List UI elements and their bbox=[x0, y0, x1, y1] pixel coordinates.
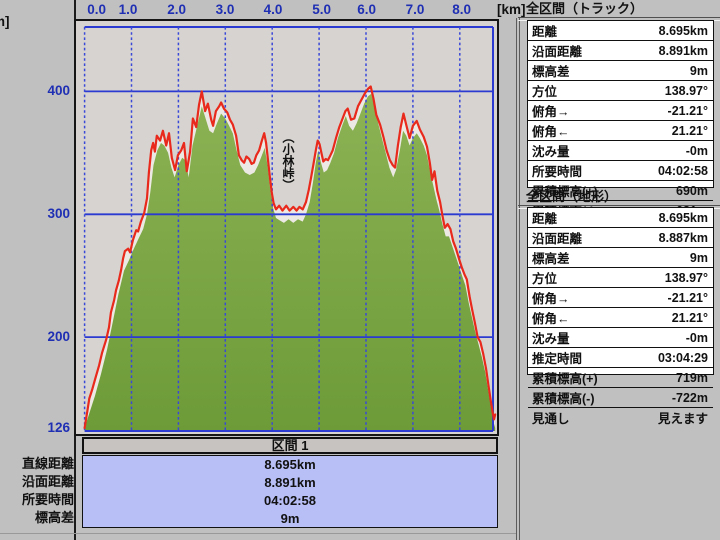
panel-row-label: 俯角→ bbox=[528, 101, 570, 120]
section-header: 区間 1 bbox=[82, 437, 498, 454]
panel-row-value: 719m bbox=[598, 371, 713, 385]
panel-row-value: -722m bbox=[595, 391, 714, 405]
panel-row-label: 沈み量 bbox=[528, 141, 570, 160]
panel-row-label: 方位 bbox=[528, 268, 557, 287]
panel-table-row: 累積標高(+)719m bbox=[528, 367, 713, 387]
panel-table-row: 俯角←21.21° bbox=[528, 120, 713, 140]
x-tick-label: 5.0 bbox=[305, 2, 339, 17]
panel-row-value: 9m bbox=[570, 251, 713, 265]
panel-row-label: 標高差 bbox=[528, 248, 570, 267]
panel-table-row: 標高差9m bbox=[528, 60, 713, 80]
y-tick-label: 126 bbox=[24, 420, 70, 435]
panel-table-row: 累積標高(-)-722m bbox=[528, 387, 713, 407]
x-tick-label: 4.0 bbox=[256, 2, 290, 17]
panel-row-value: 8.891km bbox=[582, 44, 713, 58]
panel-table-row: 俯角←21.21° bbox=[528, 307, 713, 327]
panel-row-label: 所要時間 bbox=[528, 161, 582, 180]
section-row-value: 04:02:58 bbox=[83, 492, 497, 510]
x-tick-label: 6.0 bbox=[350, 2, 384, 17]
panel-table: 距離8.695km沿面距離8.891km標高差9m方位138.97°俯角→-21… bbox=[527, 20, 714, 188]
section-row-value: 9m bbox=[83, 510, 497, 528]
x-tick-label: 1.0 bbox=[111, 2, 145, 17]
panel-row-label: 累積標高(+) bbox=[528, 368, 598, 387]
panel-row-value: 04:02:58 bbox=[582, 164, 713, 178]
y-axis-unit-label: m] bbox=[0, 14, 10, 29]
panel-row-label: 距離 bbox=[528, 21, 557, 40]
y-tick-label: 400 bbox=[24, 83, 70, 98]
panel-row-value: 21.21° bbox=[570, 124, 713, 138]
section-row-labels: 直線距離沿面距離所要時間標高差 bbox=[0, 455, 74, 527]
section-row-label: 標高差 bbox=[0, 509, 74, 527]
panel-table-row: 距離8.695km bbox=[528, 208, 713, 227]
pane-divider[interactable] bbox=[516, 18, 520, 540]
x-tick-label: 8.0 bbox=[445, 2, 479, 17]
panel-title: 全区間（トラック） bbox=[520, 1, 718, 17]
panel-row-label: 推定時間 bbox=[528, 348, 582, 367]
panel-row-label: 累積標高(-) bbox=[528, 388, 595, 407]
panel-row-value: 138.97° bbox=[557, 271, 713, 285]
panel-row-value: 8.887km bbox=[582, 231, 713, 245]
y-tick-label: 300 bbox=[24, 206, 70, 221]
panel-row-value: -0m bbox=[570, 331, 713, 345]
panel-table-row: 沈み量-0m bbox=[528, 327, 713, 347]
panel-table-row: 沿面距離8.891km bbox=[528, 40, 713, 60]
panel-row-label: 俯角← bbox=[528, 121, 570, 140]
panel-table-row: 俯角→-21.21° bbox=[528, 287, 713, 307]
app-window: { "chart": { "y_unit_clipped": "m]", "x_… bbox=[0, 0, 720, 540]
panel-row-value: 8.695km bbox=[557, 211, 713, 225]
elevation-profile-chart[interactable] bbox=[76, 21, 497, 434]
panel-row-label: 距離 bbox=[528, 208, 557, 227]
panel-row-label: 沈み量 bbox=[528, 328, 570, 347]
panel-table-row: 方位138.97° bbox=[528, 267, 713, 287]
panel-table-row: 推定時間03:04:29 bbox=[528, 347, 713, 367]
panel-table-row: 俯角→-21.21° bbox=[528, 100, 713, 120]
panel-table: 距離8.695km沿面距離8.887km標高差9m方位138.97°俯角→-21… bbox=[527, 207, 714, 375]
panel-row-label: 沿面距離 bbox=[528, 228, 582, 247]
section-row-label: 直線距離 bbox=[0, 455, 74, 473]
panel-row-value: 8.695km bbox=[557, 24, 713, 38]
panel-row-label: 標高差 bbox=[528, 61, 570, 80]
panel-row-value: 03:04:29 bbox=[582, 351, 713, 365]
panel-row-label: 見通し bbox=[528, 408, 570, 427]
panel-row-value: -0m bbox=[570, 144, 713, 158]
panel-row-value: 138.97° bbox=[557, 84, 713, 98]
panel-table-row: 見通し見えます bbox=[528, 407, 713, 427]
panel-table-row: 標高差9m bbox=[528, 247, 713, 267]
panel-row-label: 方位 bbox=[528, 81, 557, 100]
y-tick-label: 200 bbox=[24, 329, 70, 344]
panel-table-row: 所要時間04:02:58 bbox=[528, 160, 713, 180]
panel-row-value: -21.21° bbox=[570, 291, 713, 305]
pass-annotation: （小林峠） bbox=[280, 131, 296, 197]
x-tick-label: 2.0 bbox=[160, 2, 194, 17]
x-tick-label: 0.0 bbox=[80, 2, 114, 17]
panel-row-label: 俯角← bbox=[528, 308, 570, 327]
panel-row-value: 21.21° bbox=[570, 311, 713, 325]
panel-table-row: 距離8.695km bbox=[528, 21, 713, 40]
x-tick-label: 7.0 bbox=[398, 2, 432, 17]
bottom-edge-line bbox=[0, 533, 516, 534]
section-row-label: 所要時間 bbox=[0, 491, 74, 509]
panel-table-row: 方位138.97° bbox=[528, 80, 713, 100]
panel-table-row: 沈み量-0m bbox=[528, 140, 713, 160]
section-row-value: 8.891km bbox=[83, 474, 497, 492]
panel-title: 全区間（地形） bbox=[520, 189, 718, 205]
panel-row-value: 9m bbox=[570, 64, 713, 78]
section-row-value: 8.695km bbox=[83, 456, 497, 474]
section-row-label: 沿面距離 bbox=[0, 473, 74, 491]
x-tick-label: 3.0 bbox=[208, 2, 242, 17]
panel-table-row: 沿面距離8.887km bbox=[528, 227, 713, 247]
panel-row-label: 俯角→ bbox=[528, 288, 570, 307]
panel-row-value: 見えます bbox=[570, 408, 713, 427]
panel-row-label: 沿面距離 bbox=[528, 41, 582, 60]
section-values-box: 8.695km8.891km04:02:589m bbox=[82, 455, 498, 528]
panel-row-value: -21.21° bbox=[570, 104, 713, 118]
